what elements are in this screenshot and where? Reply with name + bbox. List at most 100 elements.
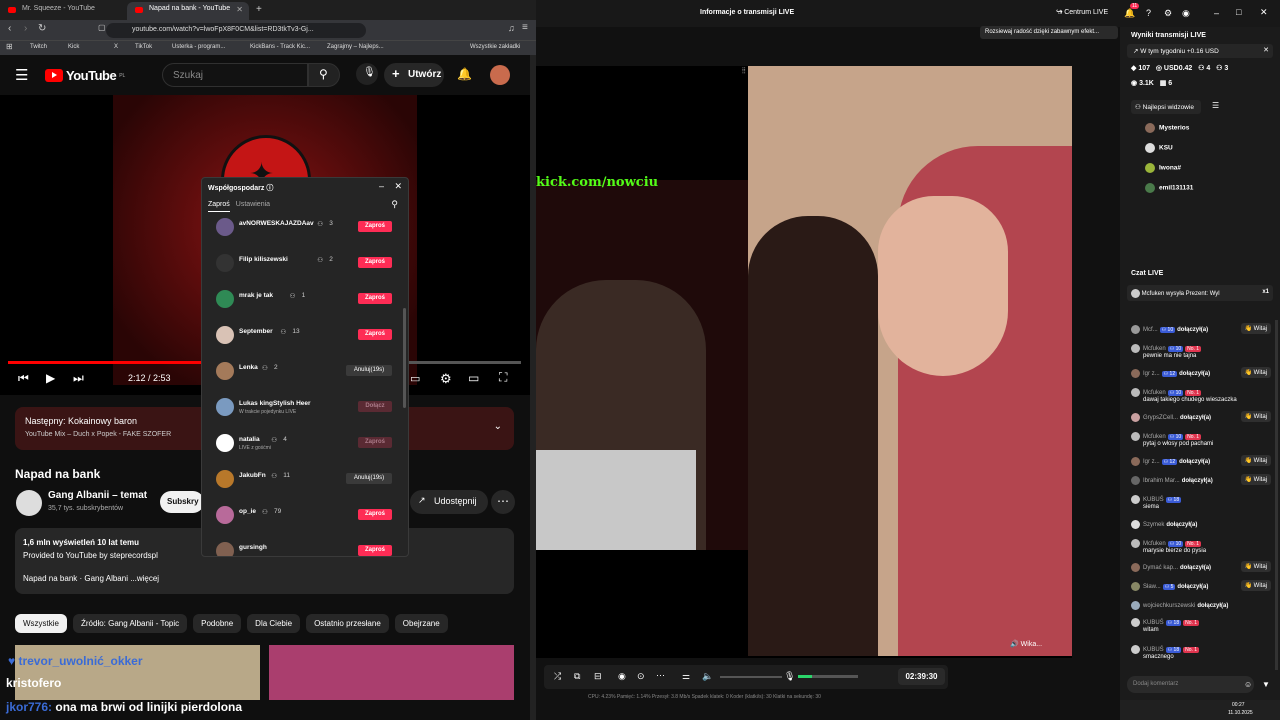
chat-user[interactable]: Mcfuken: [1143, 434, 1166, 440]
cohost-action-button[interactable]: Zaproś: [358, 221, 392, 232]
chat-scrollbar[interactable]: [1275, 320, 1278, 670]
notifications-icon[interactable]: 🔔: [457, 67, 472, 81]
search-icon[interactable]: ⚲: [391, 199, 398, 210]
voice-search-button[interactable]: 🎙: [356, 63, 378, 85]
browser-tab[interactable]: Mr. Squeeze - YouTube: [0, 2, 124, 20]
chat-user[interactable]: Mcf...: [1143, 327, 1158, 333]
cohost-action-button[interactable]: Zaproś: [358, 293, 392, 304]
chevron-down-icon[interactable]: ⌄: [494, 421, 502, 432]
cohost-action-button[interactable]: Anuluj(19s): [346, 365, 392, 376]
record-icon[interactable]: ◉: [618, 671, 626, 682]
bookmark[interactable]: Twitch: [30, 44, 47, 50]
volume-icon[interactable]: 🔈: [702, 671, 713, 682]
channel-name[interactable]: Gang Albanii – temat: [48, 490, 147, 501]
chat-user[interactable]: Dymać kap...: [1143, 565, 1178, 571]
profile-icon[interactable]: ◉: [1182, 8, 1190, 19]
browser-tab-active[interactable]: Napad na bank - YouTube ✕: [127, 2, 249, 20]
search-input[interactable]: Szukaj: [162, 63, 308, 87]
cohost-action-button[interactable]: Zaproś: [358, 257, 392, 268]
bookmark[interactable]: Zagrajmy – Najleps...: [327, 44, 384, 50]
volume-slider[interactable]: [720, 676, 782, 678]
youtube-logo[interactable]: YouTube PL: [45, 68, 125, 83]
more-icon[interactable]: ⋯: [656, 670, 665, 681]
window-close-icon[interactable]: ✕: [1260, 7, 1268, 18]
chat-user[interactable]: Igr z...: [1143, 371, 1160, 377]
top-viewer[interactable]: KSU: [1145, 143, 1173, 153]
address-bar[interactable]: youtube.com/watch?v=lwoFpX8F0CM&list=RD3…: [106, 23, 366, 38]
live-center-link[interactable]: ⌂ Centrum LIVE: [1058, 9, 1108, 16]
chip-source[interactable]: Źródło: Gang Albanii - Topic: [73, 614, 188, 633]
chip-watched[interactable]: Obejrzane: [394, 614, 448, 633]
camera-icon[interactable]: ⊙: [637, 671, 645, 682]
settings-icon[interactable]: ⚙: [440, 371, 452, 387]
tab-search-icon[interactable]: ▢: [98, 23, 106, 32]
previous-icon[interactable]: ⏮: [18, 371, 29, 386]
top-viewer[interactable]: emil131131: [1145, 183, 1193, 193]
reload-icon[interactable]: ↻: [38, 23, 46, 34]
weekly-earnings-card[interactable]: ↗ W tym tygodniu +0.16 USD ✕: [1127, 44, 1273, 58]
list-icon[interactable]: ☰: [1212, 101, 1219, 110]
top-viewer[interactable]: Mysterios: [1145, 123, 1189, 133]
welcome-button[interactable]: 👋 Witaj: [1240, 474, 1271, 485]
share-button[interactable]: ↗ Udostępnij: [410, 490, 488, 514]
chat-user[interactable]: wojciechkurszewski: [1143, 603, 1195, 609]
chat-user[interactable]: Mcfuken: [1143, 346, 1166, 352]
video-thumbnail[interactable]: [269, 645, 514, 700]
welcome-button[interactable]: 👋 Witaj: [1240, 455, 1271, 466]
forward-icon[interactable]: ›: [24, 23, 27, 34]
tab-invite[interactable]: Zaproś: [208, 201, 230, 212]
chat-user[interactable]: KUBUŚ: [1143, 647, 1164, 653]
comment-input[interactable]: Dodaj komentarz: [1127, 676, 1254, 693]
gift-effect-banner[interactable]: Rozsiewaj radość dzięki zabawnym efekt..…: [980, 26, 1118, 39]
window-maximize-icon[interactable]: □: [1236, 7, 1241, 17]
layers-icon[interactable]: ⧉: [574, 671, 580, 682]
welcome-button[interactable]: 👋 Witaj: [1240, 561, 1271, 572]
cohost-action-button[interactable]: Dołącz: [358, 401, 392, 412]
create-button[interactable]: + Utwórz: [384, 63, 444, 87]
settings-icon[interactable]: ⚙: [1164, 8, 1172, 19]
welcome-button[interactable]: 👋 Witaj: [1240, 367, 1271, 378]
play-icon[interactable]: ▶: [46, 371, 55, 385]
subtitles-icon[interactable]: ▭: [410, 372, 420, 385]
mic-level[interactable]: [798, 675, 858, 678]
shuffle-icon[interactable]: ⤮: [554, 671, 561, 682]
help-icon[interactable]: ?: [1146, 8, 1151, 18]
hamburger-menu-icon[interactable]: ☰: [15, 66, 28, 84]
top-viewer[interactable]: Iwona#: [1145, 163, 1181, 173]
close-icon[interactable]: ✕: [1263, 46, 1269, 54]
minimize-icon[interactable]: –: [379, 181, 384, 191]
close-icon[interactable]: ✕: [394, 181, 402, 192]
notifications-icon[interactable]: 🔔: [1124, 8, 1135, 19]
new-tab-icon[interactable]: +: [256, 4, 262, 15]
close-tab-icon[interactable]: ✕: [236, 5, 243, 14]
emoji-icon[interactable]: ☺: [1244, 680, 1252, 689]
search-button[interactable]: ⚲: [308, 63, 340, 87]
back-icon[interactable]: ‹: [8, 23, 11, 34]
extensions-icon[interactable]: ♫: [508, 23, 515, 33]
chat-user[interactable]: KUBUŚ: [1143, 620, 1164, 626]
top-viewers-tab[interactable]: ⚇ Najlepsi widzowie: [1131, 100, 1201, 114]
bookmark[interactable]: Usterka - program...: [172, 44, 225, 50]
chat-user[interactable]: Mcfuken: [1143, 390, 1166, 396]
cohost-action-button[interactable]: Zaproś: [358, 509, 392, 520]
welcome-button[interactable]: 👋 Witaj: [1240, 323, 1271, 334]
chip-similar[interactable]: Podobne: [193, 614, 242, 633]
chip-recent[interactable]: Ostatnio przesłane: [306, 614, 389, 633]
chat-user[interactable]: Igr z...: [1143, 459, 1160, 465]
cohost-action-button[interactable]: Zaproś: [358, 545, 392, 556]
cohost-action-button[interactable]: Anuluj(19s): [346, 473, 392, 484]
more-actions-button[interactable]: ⋯: [491, 490, 515, 514]
chat-user[interactable]: GrypsZCell...: [1143, 415, 1178, 421]
subscribe-button[interactable]: Subskry: [160, 491, 204, 513]
cohost-action-button[interactable]: Zaproś: [358, 437, 392, 448]
apps-icon[interactable]: ⊞: [6, 42, 13, 51]
chat-user[interactable]: Szymek: [1143, 522, 1164, 528]
chip-all[interactable]: Wszystkie: [15, 614, 67, 633]
theater-mode-icon[interactable]: ▭: [468, 371, 479, 385]
next-icon[interactable]: ⏭: [73, 371, 84, 386]
cohost-action-button[interactable]: Zaproś: [358, 329, 392, 340]
microphone-icon[interactable]: 🎙: [784, 671, 795, 682]
channel-avatar[interactable]: [16, 490, 42, 516]
chat-user[interactable]: Mcfuken: [1143, 541, 1166, 547]
fullscreen-icon[interactable]: ⛶: [499, 370, 507, 385]
